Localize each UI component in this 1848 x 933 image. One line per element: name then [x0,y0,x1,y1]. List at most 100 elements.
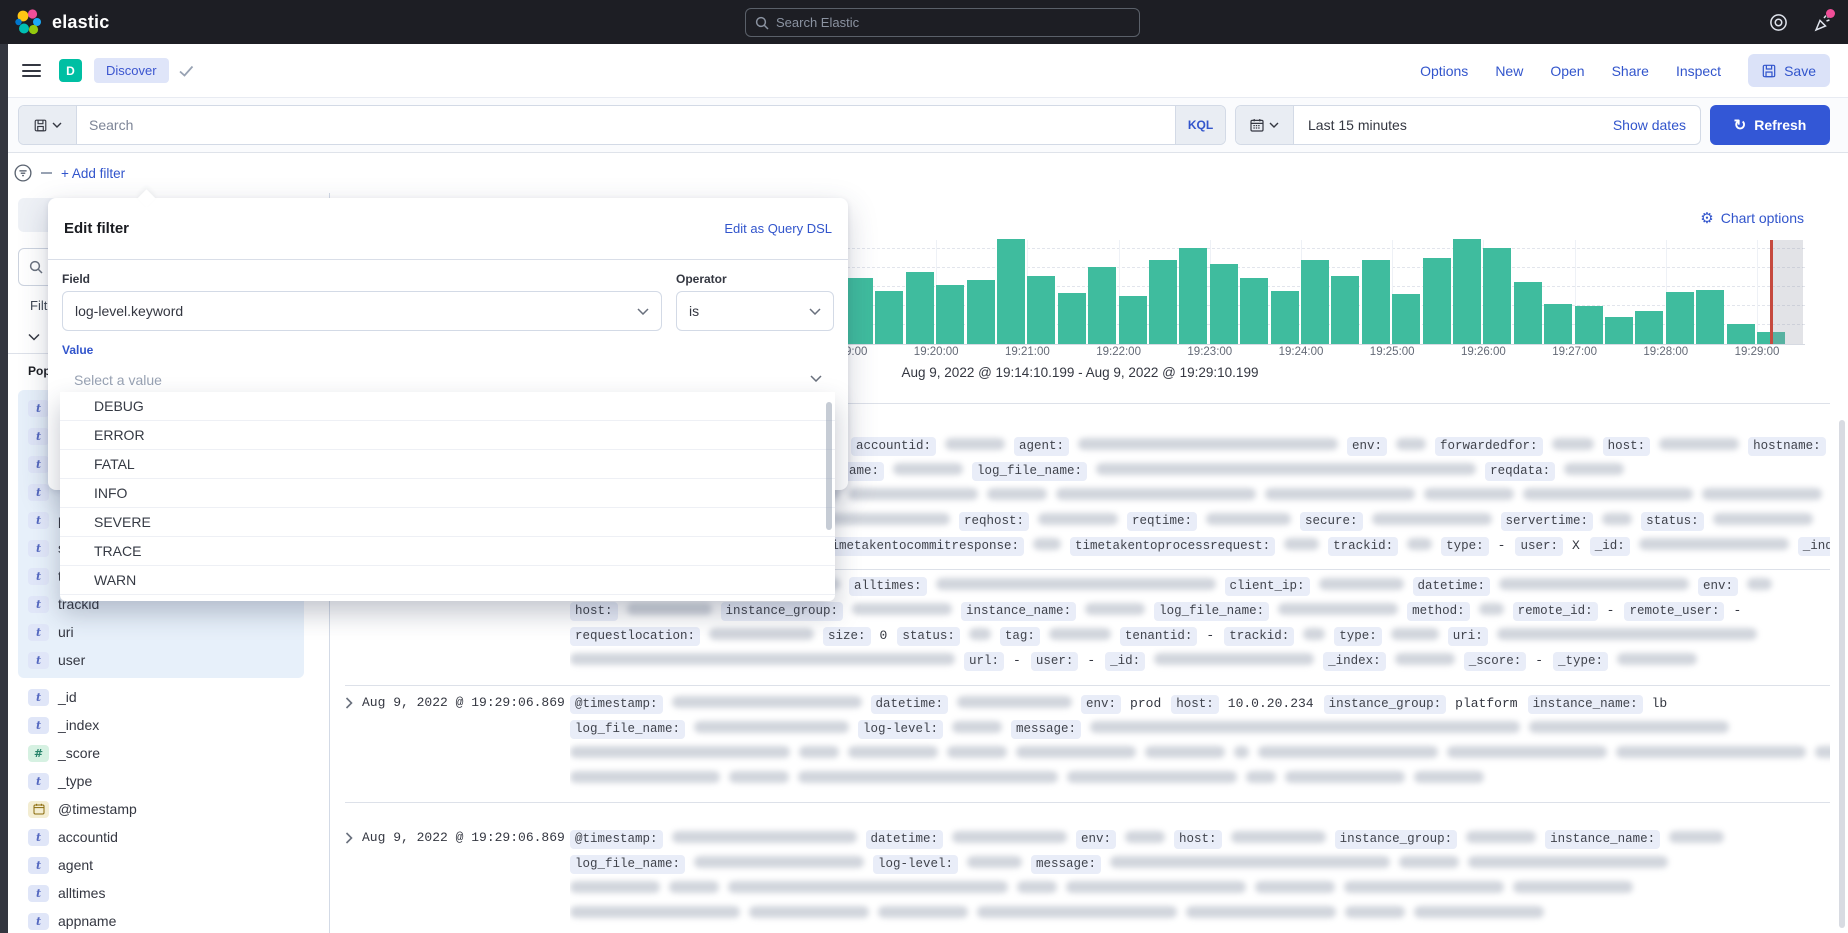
value-option-warn[interactable]: WARN [60,566,835,595]
chart-bar[interactable] [1119,296,1147,344]
chart-bar[interactable] [1271,291,1299,344]
field-combobox[interactable] [62,291,662,331]
sidebar-field-_type[interactable]: t_type [18,767,304,795]
sidebar-field-agent[interactable]: tagent [18,851,304,879]
open-link[interactable]: Open [1550,63,1584,79]
operator-select[interactable]: is [676,291,834,331]
sidebar-field-appname[interactable]: tappname [18,907,304,933]
help-icon[interactable] [1768,12,1788,32]
redacted-value [1246,771,1276,783]
field-value: prod [1130,696,1161,711]
redacted-value [1499,578,1689,590]
chart-bar[interactable] [1514,282,1542,344]
breadcrumb[interactable]: Discover [94,58,169,83]
chart-bar[interactable] [1210,264,1238,344]
chart-bar[interactable] [845,278,873,344]
chart-bar[interactable] [1423,258,1451,344]
field-value: - [1206,628,1214,643]
show-dates-link[interactable]: Show dates [1613,117,1700,133]
saved-query-menu-button[interactable] [19,106,77,144]
chevron-down-icon[interactable] [28,333,40,341]
sidebar-field-_score[interactable]: #_score [18,739,304,767]
sidebar-field-_index[interactable]: t_index [18,711,304,739]
value-option-fatal[interactable]: FATAL [60,450,835,479]
chart-bar[interactable] [1575,306,1603,344]
chart-bar[interactable] [1605,317,1633,344]
sidebar-field-user[interactable]: tuser [18,646,304,674]
row-content-line [570,900,1830,925]
value-label: Value [62,343,834,357]
global-search[interactable] [745,8,1140,37]
kql-query-input[interactable] [77,117,1175,133]
options-link[interactable]: Options [1420,63,1468,79]
dropdown-scrollbar[interactable] [826,402,832,530]
menu-hamburger-icon[interactable] [22,64,41,77]
expand-chevron-icon[interactable] [345,697,353,709]
chart-bar[interactable] [1179,248,1207,344]
value-option-error[interactable]: ERROR [60,421,835,450]
popover-title: Edit filter [64,220,129,237]
row-content-line: @timestamp:datetime:env:prodhost:10.0.20… [570,690,1830,715]
field-name-badge: message: [1031,855,1101,874]
new-link[interactable]: New [1495,63,1523,79]
chart-bar[interactable] [875,291,903,344]
edit-as-query-dsl-link[interactable]: Edit as Query DSL [724,221,832,236]
chart-bar[interactable] [1301,260,1329,344]
chart-bar[interactable] [1331,276,1359,344]
value-option-trace[interactable]: TRACE [60,537,835,566]
chart-bar[interactable] [1666,292,1694,344]
chart-bar[interactable] [1544,304,1572,344]
app-toolbar: D Discover Options New Open Share Inspec… [0,44,1848,98]
sidebar-field-alltimes[interactable]: talltimes [18,879,304,907]
kql-toggle[interactable]: KQL [1175,106,1225,144]
chart-bar[interactable] [1027,276,1055,344]
redacted-value [1345,906,1405,918]
global-search-input[interactable] [776,15,1130,30]
chart-bar[interactable] [1635,311,1663,344]
chart-bar[interactable] [1453,239,1481,344]
sidebar-field-_id[interactable]: t_id [18,683,304,711]
brand-name: elastic [52,12,109,33]
sidebar-field-accountid[interactable]: taccountid [18,823,304,851]
add-filter-link[interactable]: + Add filter [61,166,125,181]
news-party-popper-icon[interactable] [1812,12,1832,32]
inspect-link[interactable]: Inspect [1676,63,1721,79]
redacted-value [1017,881,1057,893]
expand-chevron-icon[interactable] [345,832,353,844]
chart-bar[interactable] [936,285,964,344]
time-range-button[interactable]: Last 15 minutes [1294,117,1613,133]
share-link[interactable]: Share [1612,63,1649,79]
chart-bar[interactable] [1088,267,1116,344]
chart-bar[interactable] [967,280,995,344]
chart-bar[interactable] [1362,260,1390,344]
space-badge[interactable]: D [59,59,82,82]
chart-bar[interactable] [997,239,1025,344]
chart-bar[interactable] [1240,278,1268,344]
field-value: 10.0.20.234 [1228,696,1314,711]
chart-bar[interactable] [1058,293,1086,344]
field-combobox-value[interactable] [75,303,637,319]
row-content-line: log_file_name:log-level:message: [570,715,1830,740]
popover-header: Edit filter Edit as Query DSL [48,198,848,260]
field-value: - [1013,653,1021,668]
page-scrollbar[interactable] [1839,420,1845,928]
chart-bar[interactable] [1696,290,1724,344]
chart-bar[interactable] [1149,260,1177,344]
chart-bar[interactable] [1483,248,1511,344]
refresh-button[interactable]: ↻ Refresh [1710,105,1830,145]
value-option-severe[interactable]: SEVERE [60,508,835,537]
chart-bar[interactable] [1727,324,1755,344]
sidebar-field-@timestamp[interactable]: @timestamp [18,795,304,823]
chevron-down-icon[interactable] [810,375,822,382]
value-option-info[interactable]: INFO [60,479,835,508]
filter-icon[interactable] [14,164,32,182]
sidebar-field-uri[interactable]: turi [18,618,304,646]
redacted-value [1447,746,1607,758]
chart-bar[interactable] [906,272,934,344]
brand[interactable]: elastic [0,8,200,36]
date-quick-menu-button[interactable] [1236,106,1294,144]
chart-options-link[interactable]: ⚙ Chart options [1700,210,1804,226]
value-option-debug[interactable]: DEBUG [60,392,835,421]
chart-bar[interactable] [1392,294,1420,344]
save-button[interactable]: Save [1748,54,1830,87]
